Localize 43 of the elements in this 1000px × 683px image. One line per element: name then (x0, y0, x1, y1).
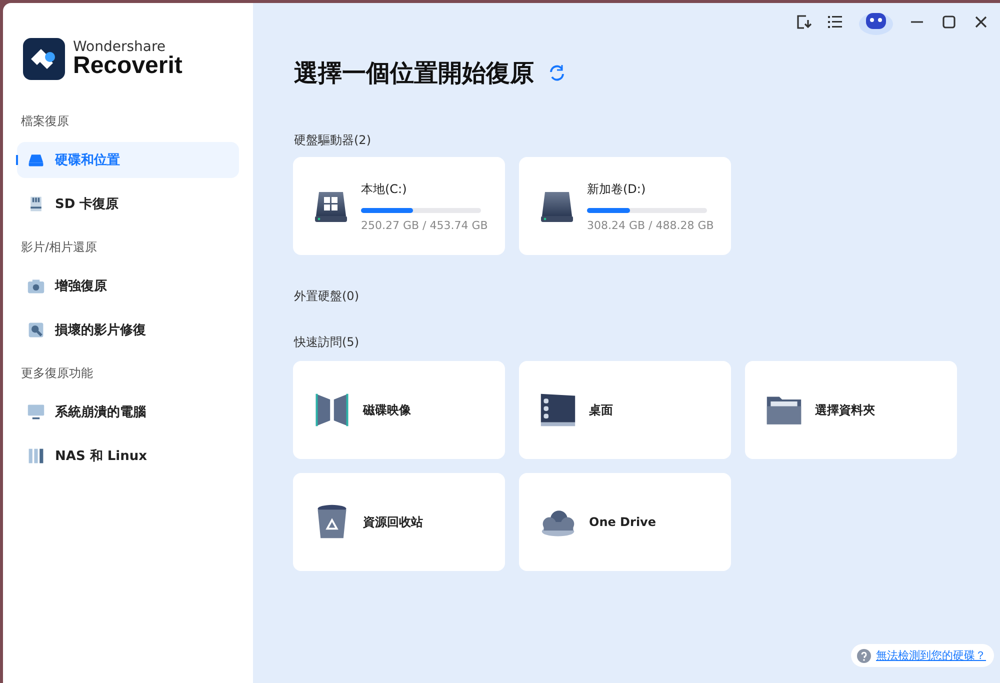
location-card[interactable]: 磁碟映像 (293, 361, 505, 459)
help-icon (857, 648, 871, 662)
location-label: One Drive (589, 515, 656, 529)
sidebar-item[interactable]: 損壞的影片修復 (17, 312, 239, 348)
sidebar-item[interactable]: 硬碟和位置 (17, 142, 239, 178)
import-icon[interactable] (794, 13, 812, 31)
location-label: 桌面 (589, 402, 613, 418)
location-card[interactable]: 資源回收站 (293, 473, 505, 571)
drive-card[interactable]: 本地(C:) 250.27 GB / 453.74 GB (293, 157, 505, 255)
drive-usage: 308.24 GB / 488.28 GB (587, 218, 714, 232)
sidebar-item[interactable]: 系統崩潰的電腦 (17, 394, 239, 430)
section-title: 快速訪問(5) (294, 334, 359, 351)
section-title: 硬盤驅動器(2) (294, 132, 371, 149)
sidebar-item[interactable]: NAS 和 Linux (17, 438, 239, 474)
location-label: 磁碟映像 (363, 402, 411, 418)
sidebar-item[interactable]: SD 卡復原 (17, 186, 239, 222)
drive-usage: 250.27 GB / 453.74 GB (361, 218, 488, 232)
help-link[interactable]: 無法檢測到您的硬碟？ (876, 648, 986, 663)
sidebar-item[interactable]: 增強復原 (17, 268, 239, 304)
sidebar-section-title: 檔案復原 (21, 113, 69, 130)
disk-image-icon (313, 391, 351, 429)
brand-name: Wondershare (73, 40, 167, 54)
app-name: Recoverit (73, 54, 182, 78)
page-title: 選擇一個位置開始復原 (294, 57, 534, 89)
sidebar-section-title: 更多復原功能 (21, 365, 93, 382)
location-card[interactable]: 桌面 (519, 361, 731, 459)
app-logo-icon (23, 38, 65, 80)
drive-name: 新加卷(D:) (587, 180, 647, 198)
desktop-icon (539, 391, 577, 429)
drive-name: 本地(C:) (361, 180, 408, 198)
camera-icon (27, 277, 45, 295)
section-title: 外置硬盤(0) (294, 288, 359, 305)
sidebar-section-title: 影片/相片還原 (21, 239, 98, 256)
maximize-icon[interactable] (940, 13, 958, 31)
location-card[interactable]: One Drive (519, 473, 731, 571)
location-label: 選擇資料夾 (815, 402, 875, 418)
location-label: 資源回收站 (363, 514, 423, 530)
monitor-icon (27, 403, 45, 421)
location-card[interactable]: 選擇資料夾 (745, 361, 957, 459)
list-icon[interactable] (826, 13, 844, 31)
drive-card[interactable]: 新加卷(D:) 308.24 GB / 488.28 GB (519, 157, 731, 255)
refresh-icon[interactable] (548, 64, 566, 82)
server-icon (27, 447, 45, 465)
